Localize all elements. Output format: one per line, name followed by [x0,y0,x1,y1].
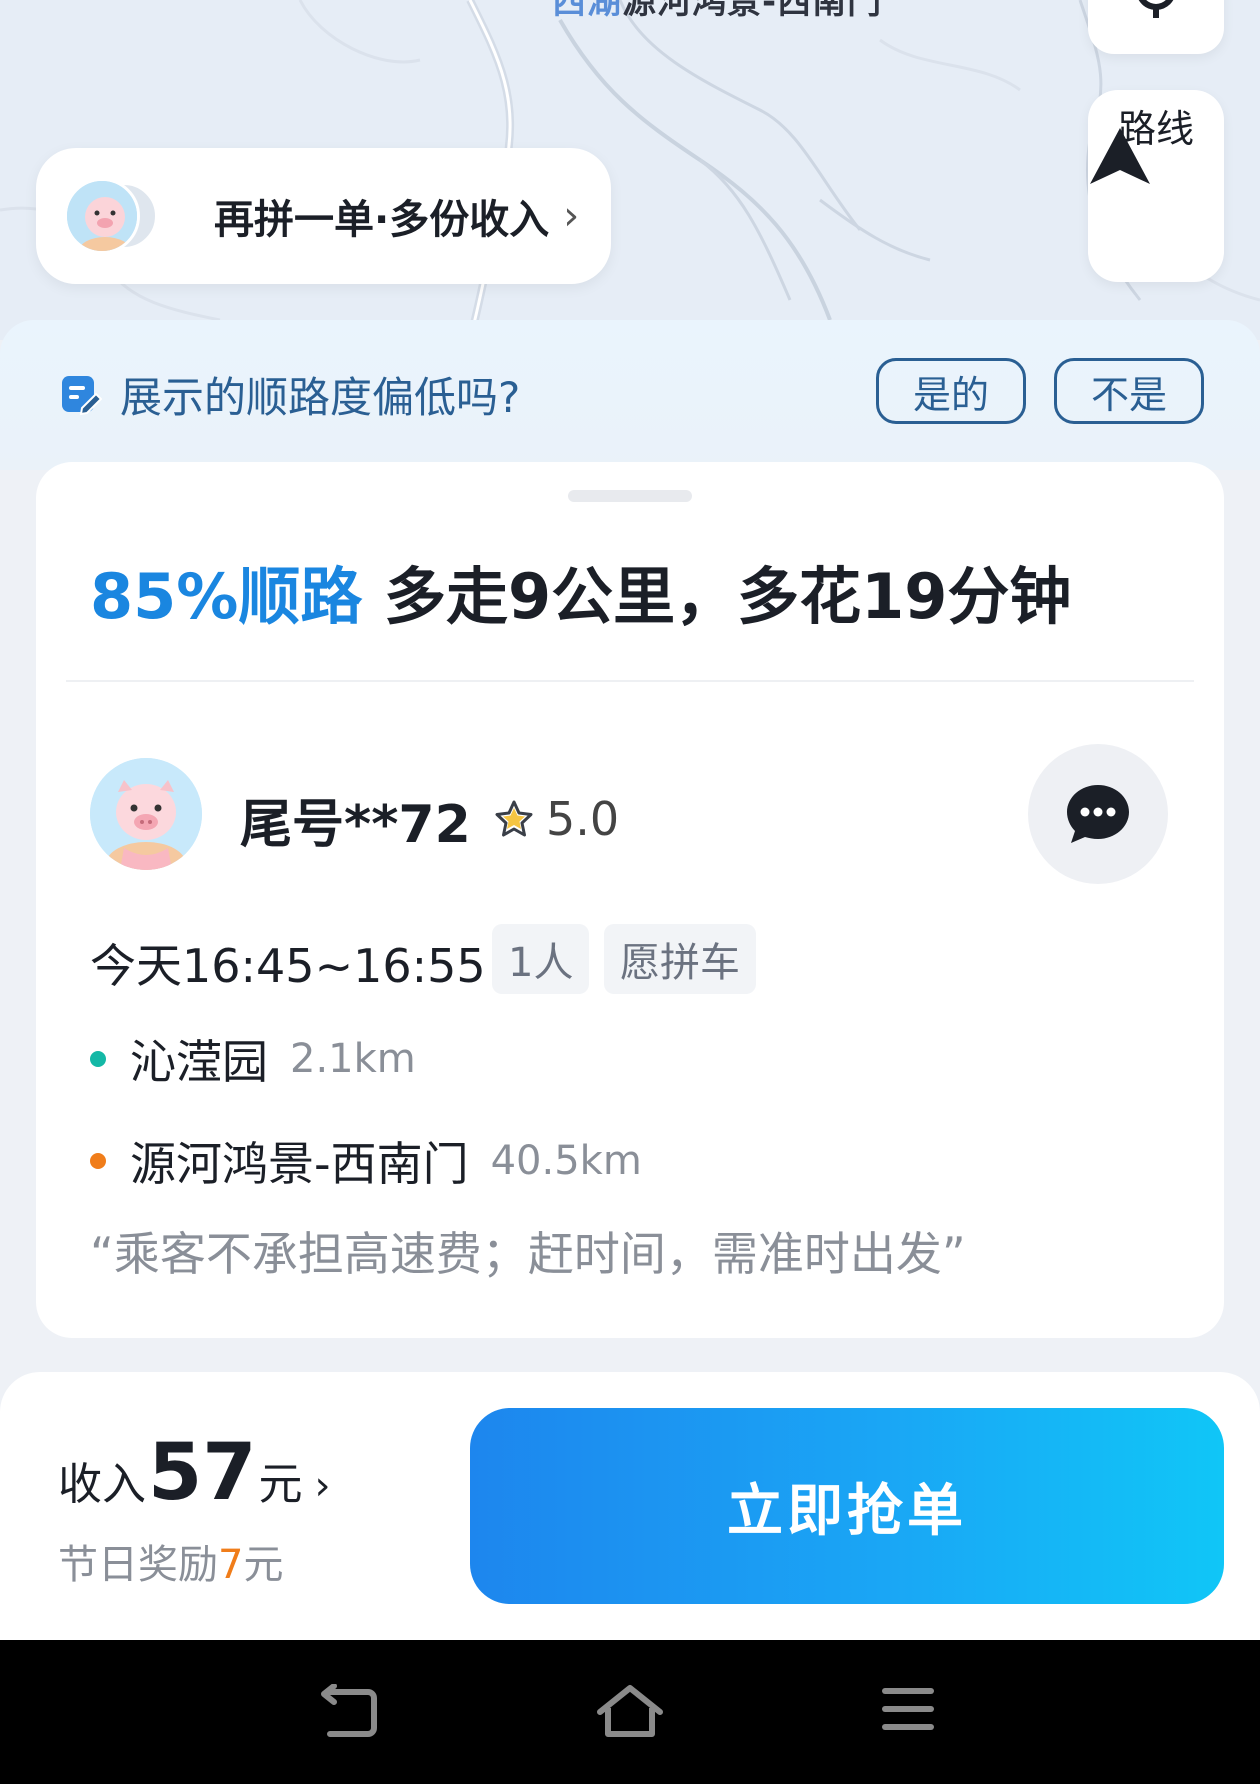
edit-note-icon [62,376,102,416]
grab-order-button[interactable]: 立即抢单 [470,1408,1224,1604]
system-navigation-bar [0,1640,1260,1784]
holiday-bonus: 节日奖励7元 [58,1532,283,1590]
income-label: 收入 [58,1459,146,1510]
divider [66,680,1194,682]
match-percent: 85%顺路 [90,560,363,633]
passenger-note: “乘客不承担高速费；赶时间，需准时出发” [90,1227,966,1281]
detour-text: 多走9公里，多花19分钟 [384,560,1072,633]
pool-prompt-text: 再拼一单·多份收入 [214,197,550,243]
chevron-right-icon: › [314,1463,331,1509]
dropoff-name: 源河鸿景-西南门 [130,1137,469,1191]
pickup-name: 沁滢园 [130,1035,268,1089]
action-bar: 收入 57 元 › 节日奖励7元 立即抢单 [0,1372,1260,1642]
pig-avatar-icon [90,758,202,870]
menu-icon[interactable] [880,1684,936,1734]
bonus-label: 节日奖励 [58,1542,218,1588]
bonus-unit: 元 [243,1542,284,1588]
route-feedback-bar: 展示的顺路度偏低吗? 是的 不是 [0,320,1260,470]
route-match-headline: 85%顺路 多走9公里，多花19分钟 [90,546,1071,636]
pool-again-prompt[interactable]: 再拼一单·多份收入 › [36,148,611,284]
pickup-dot-icon [90,1051,106,1067]
home-icon[interactable] [596,1684,664,1740]
feedback-no-button[interactable]: 不是 [1054,358,1204,424]
feedback-question: 展示的顺路度偏低吗? [120,373,521,422]
map-view[interactable]: 西湖源河鸿景-西南门 路线 再拼一单·多份收入 › [0,0,1260,340]
location-pin-stem [1153,8,1159,18]
income-summary[interactable]: 收入 57 元 › [58,1428,331,1518]
map-label-prefix: 西湖 [552,0,622,22]
drag-handle[interactable] [568,490,692,502]
pickup-stop: 沁滢园 2.1km [90,1026,416,1092]
pickup-time-window: 今天16:45~16:55 [90,939,486,993]
pool-avatars [64,176,174,256]
bonus-amount: 7 [218,1542,244,1588]
income-unit: 元 [258,1459,303,1510]
dropoff-distance: 40.5km [490,1138,642,1184]
feedback-yes-button[interactable]: 是的 [876,358,1026,424]
avatar [90,758,202,870]
navigation-arrow-icon [1090,128,1150,184]
chat-button[interactable] [1028,744,1168,884]
dropoff-dot-icon [90,1153,106,1169]
star-outline-icon [495,800,533,837]
rider-name: 尾号**72 [240,795,471,855]
pig-avatar-icon [67,181,137,251]
passenger-count-tag: 1人 [492,924,590,994]
avatar-primary [64,178,140,254]
locate-button[interactable] [1088,0,1224,54]
dropoff-stop: 源河鸿景-西南门 40.5km [90,1128,642,1194]
income-amount: 57 [148,1428,257,1518]
rider-rating: 5.0 [494,792,619,846]
screen: 西湖源河鸿景-西南门 路线 再拼一单·多份收入 › 展示的顺路度偏低吗? 是的 … [0,0,1260,1784]
chat-bubble-icon [1067,785,1129,843]
map-destination-label: 西湖源河鸿景-西南门 [552,0,882,23]
order-card[interactable]: 85%顺路 多走9公里，多花19分钟 尾号**72 5.0 今天16:45~16… [36,462,1224,1338]
rating-value: 5.0 [546,792,620,846]
carpool-tag: 愿拼车 [604,924,756,994]
map-label-text: 源河鸿景-西南门 [622,0,883,22]
pickup-distance: 2.1km [290,1036,416,1082]
back-icon[interactable] [320,1684,380,1740]
chevron-right-icon: › [563,193,580,239]
route-button[interactable]: 路线 [1088,90,1224,282]
